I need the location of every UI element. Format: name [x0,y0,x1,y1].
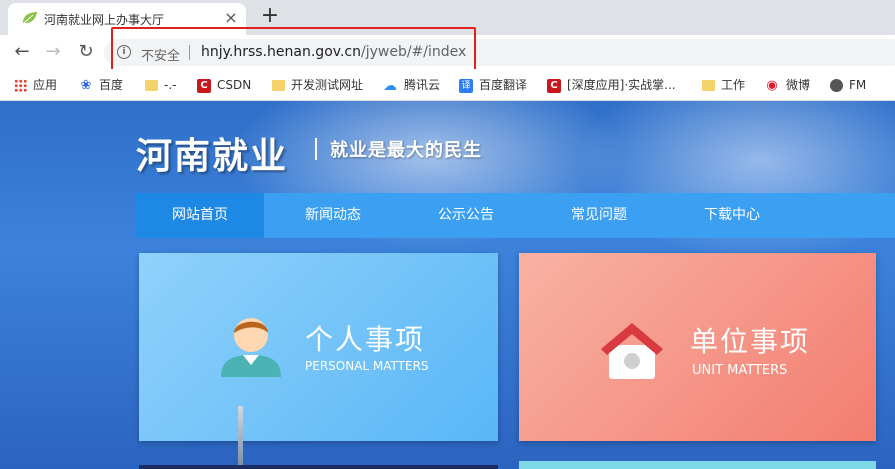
forward-arrow-icon[interactable]: → [40,39,66,65]
unit-card-subtitle: UNIT MATTERS [692,363,788,378]
personal-matters-card[interactable]: 个人事项 PERSONAL MATTERS [139,253,498,441]
tab-close-icon[interactable]: × [222,9,240,27]
bookmark-label: 百度翻译 [479,78,528,92]
bookmark-tencent-cloud[interactable]: ☁ 腾讯云 [382,76,440,94]
bookmark-csdn[interactable]: C CSDN [197,76,251,94]
bookmark-label: 百度 [99,78,124,92]
bookmark-label: 开发测试网址 [291,78,364,92]
bookmark-apps[interactable]: 应用 [14,76,57,94]
csdn-icon: C [547,78,561,93]
unit-matters-card[interactable]: 单位事项 UNIT MATTERS [519,253,876,441]
back-arrow-icon[interactable]: ← [9,39,35,65]
nav-home[interactable]: 网站首页 [136,193,264,238]
nav-news[interactable]: 新闻动态 [269,193,397,238]
personal-card-title: 个人事项 [305,323,426,356]
folder-icon [145,80,158,91]
apps-grid-icon [14,79,27,92]
nav-downloads[interactable]: 下载中心 [668,193,796,238]
lower-card-edge-teal [519,461,876,469]
bookmark-weibo[interactable]: ◉ 微博 [764,76,810,94]
bookmark-folder-dev[interactable]: 开发测试网址 [272,76,363,94]
lower-card-edge [139,465,498,469]
house-icon [601,323,663,379]
bookmark-label: [深度应用]·实战掌... [567,78,676,92]
globe-icon [830,79,843,92]
bookmark-label: 腾讯云 [404,78,441,92]
csdn-icon: C [197,78,211,93]
bookmark-folder-work[interactable]: 工作 [702,76,745,94]
personal-card-subtitle: PERSONAL MATTERS [305,359,429,373]
weibo-icon: ◉ [766,77,778,93]
translate-icon: 译 [459,78,473,93]
unit-card-title: 单位事项 [690,325,811,358]
bookmark-label: FM [849,78,867,92]
bookmark-baidu[interactable]: ❀ 百度 [79,76,123,94]
site-slogan: 就业是最大的民生 [330,140,482,161]
reload-icon[interactable]: ↻ [73,39,99,65]
bookmark-label: 工作 [721,78,746,92]
nav-notices[interactable]: 公示公告 [402,193,530,238]
site-logo-title[interactable]: 河南就业 [136,127,288,179]
new-tab-button[interactable]: + [257,3,283,29]
leaf-favicon-icon [23,12,37,24]
header-divider [315,138,317,160]
main-nav: 网站首页 新闻动态 公示公告 常见问题 下载中心 [136,193,895,238]
cloud-icon: ☁ [383,77,397,94]
baidu-paw-icon: ❀ [80,77,92,93]
folder-icon [702,80,715,91]
bookmarks-bar: 应用 ❀ 百度 -.- C CSDN 开发测试网址 ☁ 腾讯云 译百度翻译 C [深度应… [0,69,895,101]
url-highlight-box [111,27,476,71]
bookmark-label: 应用 [33,78,58,92]
bookmark-csdn-article[interactable]: C [深度应用]·实战掌... [547,76,676,94]
bookmark-label: -.- [164,78,177,92]
bookmark-label: CSDN [217,78,252,92]
bookmark-label: 微博 [786,78,811,92]
person-avatar-icon [221,318,281,377]
tv-tower-graphic [238,406,243,469]
tab-title: 河南就业网上办事大厅 [44,13,165,27]
bookmark-fm[interactable]: FM [830,76,866,94]
page-viewport: 河南就业 就业是最大的民生 网站首页 新闻动态 公示公告 常见问题 下载中心 个… [0,101,895,469]
nav-faq[interactable]: 常见问题 [535,193,663,238]
folder-icon [272,80,285,91]
bookmark-baidu-translate[interactable]: 译百度翻译 [459,76,527,94]
bookmark-folder-misc[interactable]: -.- [145,76,176,94]
